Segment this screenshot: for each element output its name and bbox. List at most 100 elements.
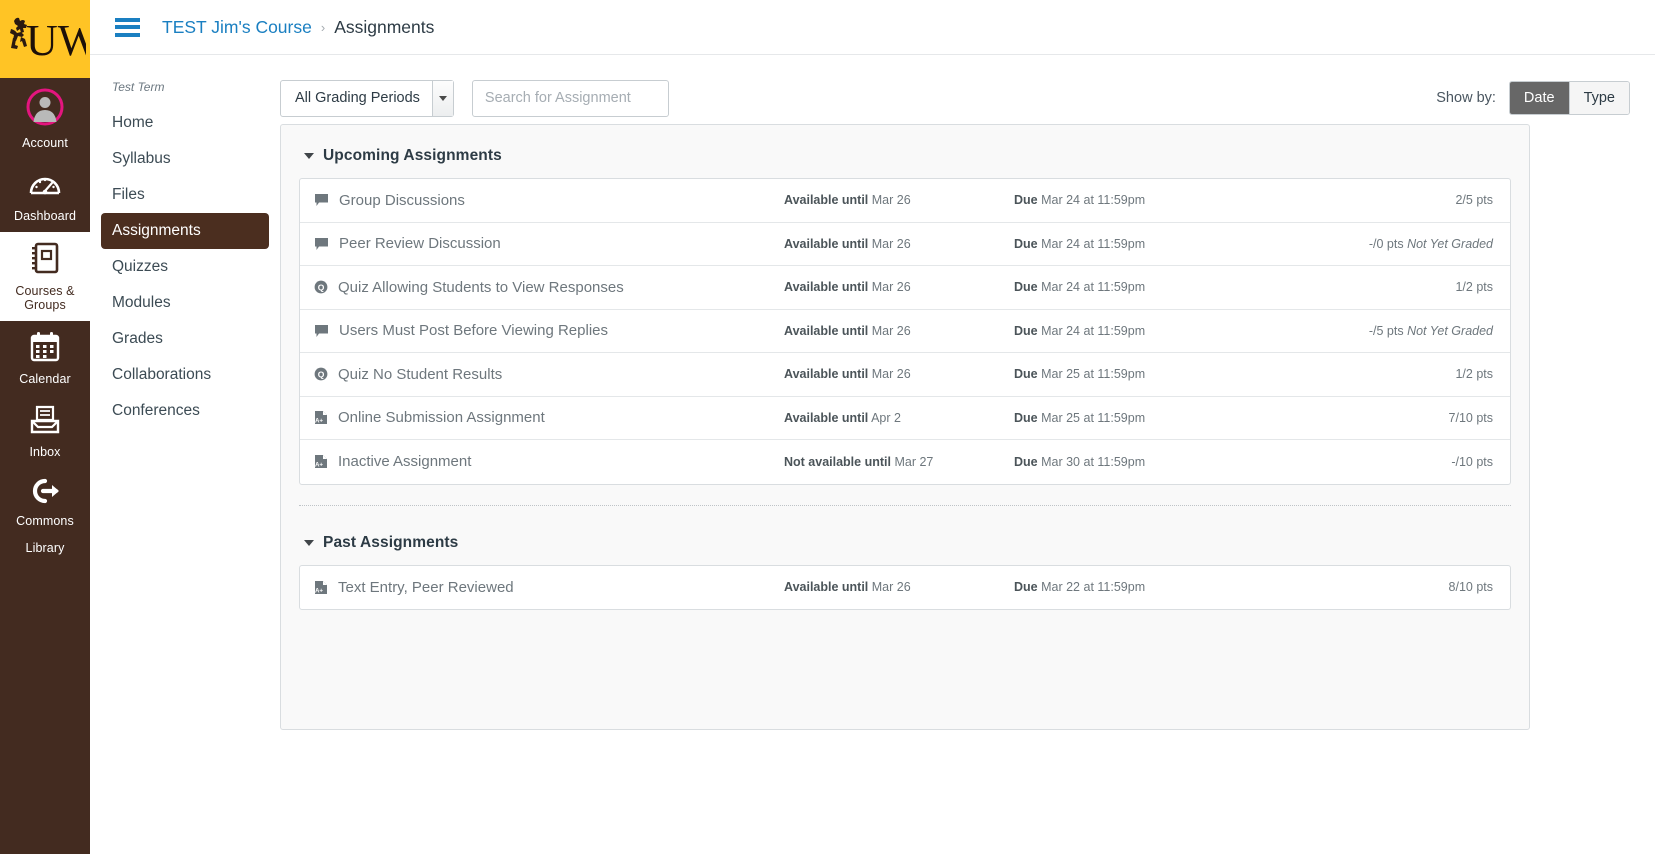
assignment-group-title: Past Assignments	[323, 533, 459, 551]
grading-period-select[interactable]: All Grading Periods	[280, 79, 454, 117]
assignment-row[interactable]: A+ Inactive Assignment Not available unt…	[300, 440, 1510, 484]
svg-text:A+: A+	[315, 587, 323, 594]
course-nav-item-grades[interactable]: Grades	[101, 321, 269, 357]
assignment-link[interactable]: Users Must Post Before Viewing Replies	[339, 322, 608, 339]
assignment-icon: A+	[314, 410, 328, 425]
uw-cowboy-logo-icon: UW	[10, 16, 86, 65]
assignment-row[interactable]: Peer Review Discussion Available until M…	[300, 223, 1510, 266]
sidebar-item-dashboard[interactable]: Dashboard	[0, 159, 90, 232]
quiz-icon: Q	[314, 367, 328, 381]
chevron-down-icon[interactable]	[304, 153, 314, 159]
calendar-icon	[30, 331, 60, 367]
svg-text:A+: A+	[315, 418, 323, 425]
assignment-row[interactable]: A+ Online Submission Assignment Availabl…	[300, 397, 1510, 440]
sidebar-item-label: Library	[25, 541, 65, 555]
sidebar-item-calendar[interactable]: Calendar	[0, 321, 90, 395]
institution-logo[interactable]: UW	[0, 0, 90, 78]
availability-value: Mar 26	[871, 193, 911, 208]
course-nav-item-syllabus[interactable]: Syllabus	[101, 141, 269, 177]
availability-label: Available until	[784, 410, 869, 425]
course-nav-item-home[interactable]: Home	[101, 105, 269, 141]
dashboard-gauge-icon	[28, 169, 62, 204]
course-nav-item-files[interactable]: Files	[101, 177, 269, 213]
assignment-group-title: Upcoming Assignments	[323, 147, 502, 164]
svg-text:Q: Q	[318, 370, 325, 380]
svg-text:Q: Q	[318, 283, 325, 293]
points-value: 2/5 pts	[1455, 193, 1493, 208]
assignment-row[interactable]: A+ Text Entry, Peer Reviewed Available u…	[300, 566, 1510, 610]
course-navigation: Test Term Home Syllabus Files Assignment…	[90, 56, 280, 429]
sidebar-item-label: Calendar	[19, 372, 71, 386]
course-nav-item-modules[interactable]: Modules	[101, 285, 269, 321]
show-by-toggle-group: Date Type	[1508, 81, 1630, 115]
assignment-title-cell: Group Discussions	[314, 192, 784, 209]
availability-value: Mar 26	[871, 580, 911, 595]
breadcrumb-current-page: Assignments	[334, 16, 435, 37]
assignment-link[interactable]: Quiz No Student Results	[338, 366, 502, 383]
show-by-date-button[interactable]: Date	[1509, 82, 1569, 114]
breadcrumb-course-link[interactable]: TEST Jim's Course	[162, 17, 312, 38]
assignment-availability: Available until Mar 26	[784, 237, 1014, 251]
chevron-down-icon[interactable]	[431, 80, 453, 116]
grading-status: Not Yet Graded	[1407, 236, 1493, 251]
assignment-group-past: Past Assignments A+ Text Entry, Peer Rev…	[299, 530, 1511, 610]
due-label: Due	[1014, 193, 1038, 208]
course-nav-item-collaborations[interactable]: Collaborations	[101, 357, 269, 393]
top-bar: TEST Jim's Course › Assignments	[90, 0, 1655, 55]
grading-period-value: All Grading Periods	[295, 90, 420, 106]
assignment-link[interactable]: Group Discussions	[339, 192, 465, 209]
assignment-points: 1/2 pts	[1455, 280, 1493, 294]
assignment-group-header[interactable]: Upcoming Assignments	[299, 143, 1511, 178]
assignment-points: 1/2 pts	[1455, 367, 1493, 381]
assignment-points: 2/5 pts	[1455, 193, 1493, 207]
chevron-down-icon[interactable]	[304, 539, 314, 546]
svg-text:UW: UW	[26, 16, 86, 65]
due-value: Mar 24 at 11:59pm	[1041, 323, 1146, 338]
show-by-type-button[interactable]: Type	[1568, 82, 1629, 114]
assignment-title-cell: Peer Review Discussion	[314, 235, 784, 252]
assignment-availability: Available until Mar 26	[784, 280, 1014, 294]
course-term-label: Test Term	[112, 80, 165, 94]
availability-value: Mar 26	[871, 323, 911, 338]
assignment-due: Due Mar 22 at 11:59pm	[1014, 580, 1214, 594]
due-label: Due	[1014, 454, 1038, 469]
assignment-link[interactable]: Text Entry, Peer Reviewed	[338, 579, 514, 596]
assignment-title-cell: Q Quiz Allowing Students to View Respons…	[314, 279, 784, 296]
sidebar-item-label: Inbox	[29, 445, 61, 459]
due-value: Mar 24 at 11:59pm	[1041, 280, 1146, 295]
assignment-groups-panel: Upcoming Assignments Group Discussions A…	[280, 124, 1530, 730]
assignment-row[interactable]: Users Must Post Before Viewing Replies A…	[300, 310, 1510, 353]
sidebar-item-label: Account	[22, 136, 68, 150]
sidebar-item-courses-groups[interactable]: Courses & Groups	[0, 232, 90, 321]
sidebar-item-inbox[interactable]: Inbox	[0, 395, 90, 468]
sidebar-item-account[interactable]: Account	[0, 78, 90, 159]
assignment-group-header[interactable]: Past Assignments	[299, 530, 1511, 565]
sidebar-item-label: Courses & Groups	[15, 284, 75, 312]
assignment-link[interactable]: Peer Review Discussion	[339, 235, 501, 252]
assignment-due: Due Mar 24 at 11:59pm	[1014, 237, 1214, 251]
assignment-row[interactable]: Group Discussions Available until Mar 26…	[300, 179, 1510, 223]
due-label: Due	[1014, 410, 1038, 425]
assignment-row[interactable]: Q Quiz No Student Results Available unti…	[300, 353, 1510, 397]
assignment-points: -/10 pts	[1451, 455, 1493, 469]
course-nav-item-conferences[interactable]: Conferences	[101, 393, 269, 429]
hamburger-icon[interactable]	[115, 17, 140, 37]
assignment-availability: Available until Apr 2	[784, 411, 1014, 425]
sidebar-item-library[interactable]: Library	[0, 537, 90, 564]
course-nav-item-assignments[interactable]: Assignments	[101, 213, 269, 249]
due-label: Due	[1014, 323, 1038, 338]
search-input[interactable]	[471, 79, 669, 117]
assignment-row[interactable]: Q Quiz Allowing Students to View Respons…	[300, 266, 1510, 310]
assignment-due: Due Mar 24 at 11:59pm	[1014, 324, 1214, 338]
assignment-title-cell: A+ Inactive Assignment	[314, 453, 784, 470]
show-by-label: Show by:	[1436, 90, 1496, 106]
assignment-link[interactable]: Online Submission Assignment	[338, 409, 545, 426]
course-nav-item-quizzes[interactable]: Quizzes	[101, 249, 269, 285]
assignment-title-cell: Q Quiz No Student Results	[314, 366, 784, 383]
sidebar-item-commons[interactable]: Commons	[0, 468, 90, 537]
availability-value: Apr 2	[871, 410, 901, 425]
assignment-availability: Available until Mar 26	[784, 193, 1014, 207]
assignment-link[interactable]: Quiz Allowing Students to View Responses	[338, 279, 624, 296]
assignment-link[interactable]: Inactive Assignment	[338, 453, 471, 470]
breadcrumb-separator: ›	[320, 19, 326, 35]
